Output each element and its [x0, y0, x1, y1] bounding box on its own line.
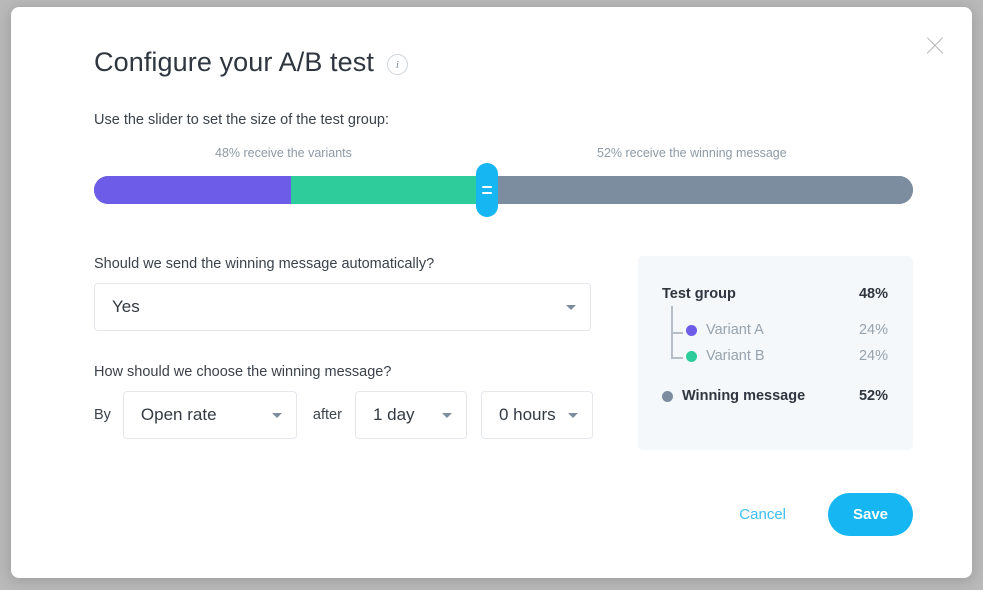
slider-handle[interactable]: [476, 163, 499, 217]
summary-percent-test-group: 48%: [858, 286, 888, 302]
close-icon[interactable]: [922, 33, 948, 59]
variant-b-color-dot-icon: [686, 350, 697, 362]
slider-label-winning: 52% receive the winning message: [597, 146, 787, 160]
summary-row-variant-a: Variant A 24%: [638, 322, 913, 338]
info-icon[interactable]: i: [386, 54, 408, 75]
slider-label-variants: 48% receive the variants: [215, 146, 352, 160]
summary-label-variant-a: Variant A: [706, 322, 764, 338]
modal-header: Configure your A/B test i: [94, 47, 408, 78]
slider-prompt: Use the slider to set the size of the te…: [94, 112, 389, 128]
handle-grip-line-2: [482, 192, 493, 194]
allocation-summary-panel: Test group 48% Variant A 24% Variant B 2…: [638, 256, 913, 450]
summary-row-test-group: Test group 48%: [638, 286, 913, 302]
auto-send-select[interactable]: Yes: [94, 283, 591, 331]
choose-winner-group: How should we choose the winning message…: [94, 364, 594, 439]
choose-winner-controls: By Open rate after 1 day 0 hours: [94, 391, 594, 439]
save-button[interactable]: Save: [828, 493, 913, 536]
handle-grip-line-1: [482, 186, 493, 188]
variant-a-color-dot-icon: [686, 324, 697, 336]
summary-label-variant-b: Variant B: [706, 348, 765, 364]
auto-send-value: Yes: [112, 297, 140, 316]
slider-segment-winning: [487, 176, 913, 204]
summary-row-variant-b: Variant B 24%: [638, 348, 913, 364]
test-group-slider: 48% receive the variants 52% receive the…: [94, 146, 913, 217]
page-title: Configure your A/B test: [94, 47, 374, 77]
auto-send-label: Should we send the winning message autom…: [94, 256, 435, 272]
days-select[interactable]: 1 day: [354, 391, 467, 439]
modal-footer: Cancel Save: [733, 493, 913, 536]
chevron-down-icon: [271, 413, 282, 418]
cancel-button[interactable]: Cancel: [733, 505, 792, 524]
metric-select[interactable]: Open rate: [122, 391, 297, 439]
chevron-down-icon: [441, 413, 452, 418]
days-value: 1 day: [372, 405, 415, 424]
by-label: By: [94, 407, 111, 423]
choose-winner-label: How should we choose the winning message…: [94, 364, 392, 380]
chevron-down-icon: [567, 413, 578, 418]
hours-select[interactable]: 0 hours: [480, 391, 593, 439]
summary-row-winning-message: Winning message 52%: [638, 388, 913, 404]
metric-value: Open rate: [140, 405, 217, 424]
slider-track[interactable]: [94, 163, 913, 217]
summary-percent-winning-message: 52%: [858, 388, 888, 404]
summary-label-test-group: Test group: [662, 286, 736, 302]
summary-label-winning-message: Winning message: [682, 388, 806, 404]
slider-segment-variant-a: [94, 176, 291, 204]
slider-labels: 48% receive the variants 52% receive the…: [94, 146, 913, 166]
chevron-down-icon: [566, 305, 576, 310]
slider-segment-variant-b: [290, 176, 488, 204]
settings-form: Should we send the winning message autom…: [94, 256, 594, 439]
hours-value: 0 hours: [498, 405, 556, 424]
ab-test-config-modal: Configure your A/B test i Use the slider…: [11, 7, 972, 578]
summary-percent-variant-a: 24%: [858, 322, 888, 338]
after-label: after: [312, 407, 342, 423]
summary-percent-variant-b: 24%: [858, 348, 888, 364]
winning-message-color-dot-icon: [662, 390, 673, 402]
